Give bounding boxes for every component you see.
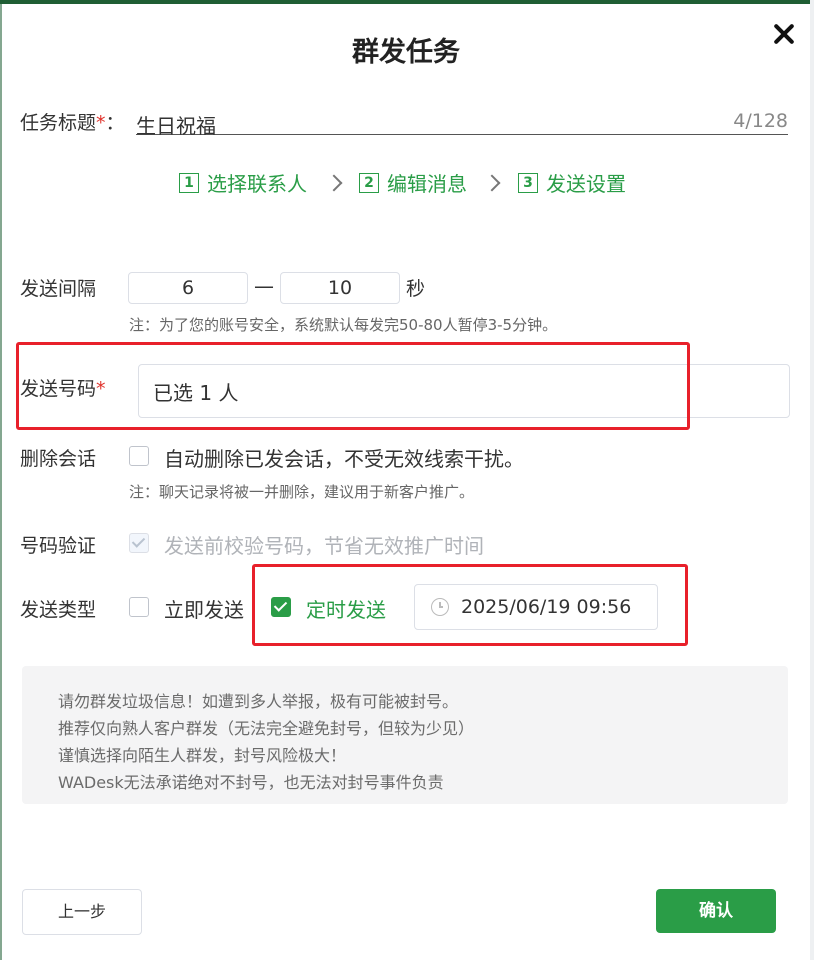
highlight-box-send-type [252, 564, 688, 646]
verify-label: 号码验证 [20, 535, 97, 557]
step-edit-message[interactable]: 2 编辑消息 [359, 168, 467, 197]
previous-step-button[interactable]: 上一步 [22, 889, 142, 935]
step-indicator: 1 选择联系人 2 编辑消息 3 发送设置 [2, 168, 810, 198]
delete-chat-option[interactable]: 自动删除已发会话，不受无效线索干扰。 [164, 443, 524, 472]
verify-checkbox[interactable] [129, 533, 149, 553]
interval-min-input[interactable]: 6 [128, 272, 248, 304]
chevron-right-icon [325, 174, 343, 192]
background-right-strip [810, 0, 814, 960]
delete-chat-checkbox[interactable] [129, 446, 149, 466]
warning-line: 推荐仅向熟人客户群发（无法完全避免封号，但较为少见） [58, 719, 475, 738]
highlight-box-phones [16, 342, 690, 430]
warning-line: 谨慎选择向陌生人群发，封号风险极大！ [58, 746, 347, 765]
confirm-button[interactable]: 确认 [656, 889, 776, 933]
warning-notice: 请勿群发垃圾信息！如遭到多人举报，极有可能被封号。 推荐仅向熟人客户群发（无法完… [22, 666, 788, 804]
delete-chat-note: 注：聊天记录将被一并删除，建议用于新客户推广。 [129, 483, 475, 501]
task-title-counter: 4/128 [733, 110, 788, 132]
send-immediately-checkbox[interactable] [129, 597, 149, 617]
send-type-label: 发送类型 [20, 599, 97, 621]
interval-separator: — [254, 274, 274, 298]
task-title-input[interactable]: 生日祝福 4/128 [136, 108, 788, 138]
mass-send-dialog: 群发任务 任务标题*： 生日祝福 4/128 1 选择联系人 2 编辑消息 3 发送设… [2, 4, 810, 956]
send-immediately-option[interactable]: 立即发送 [164, 594, 244, 623]
chevron-right-icon [483, 174, 501, 192]
verify-option: 发送前校验号码，节省无效推广时间 [164, 534, 484, 558]
warning-line: WADesk无法承诺绝对不封号，也无法对封号事件负责 [58, 773, 444, 792]
interval-max-input[interactable]: 10 [280, 272, 400, 304]
interval-note: 注：为了您的账号安全，系统默认每发完50-80人暂停3-5分钟。 [129, 316, 558, 334]
step-send-settings[interactable]: 3 发送设置 [518, 168, 626, 197]
dialog-title: 群发任务 [352, 37, 460, 68]
warning-line: 请勿群发垃圾信息！如遭到多人举报，极有可能被封号。 [58, 692, 459, 711]
delete-chat-label: 删除会话 [20, 448, 97, 470]
step-select-contacts[interactable]: 1 选择联系人 [179, 168, 307, 197]
interval-unit: 秒 [406, 278, 426, 300]
close-icon[interactable] [772, 22, 796, 46]
task-title-label: 任务标题*： [20, 112, 125, 134]
interval-label: 发送间隔 [20, 278, 97, 300]
task-title-value: 生日祝福 [136, 114, 216, 138]
